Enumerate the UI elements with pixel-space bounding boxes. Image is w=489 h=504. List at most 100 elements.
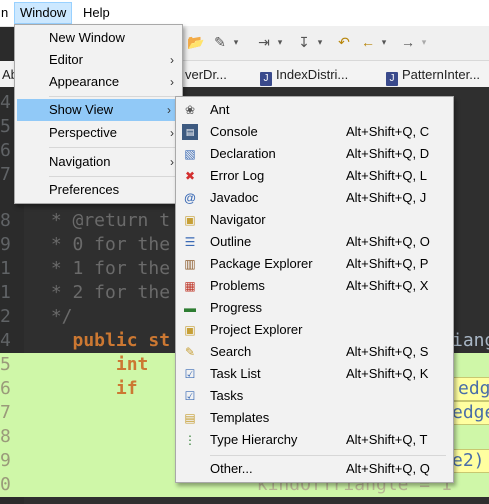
view-item-javadoc[interactable]: @ Javadoc Alt+Shift+Q, J — [176, 187, 453, 209]
code-text: * 0 for the — [40, 234, 171, 255]
code-fragment: edge — [452, 401, 489, 425]
show-view-submenu: ❀ Ant ▤ Console Alt+Shift+Q, C ▧ Declara… — [175, 96, 454, 483]
view-item-shortcut: Alt+Shift+Q, S — [346, 344, 429, 359]
view-item-shortcut: Alt+Shift+Q, Q — [346, 461, 430, 476]
chevron-right-icon: › — [170, 75, 174, 89]
menu-run[interactable]: n — [0, 3, 13, 23]
view-item-label: Tasks — [210, 388, 244, 403]
view-item-label: Templates — [210, 410, 270, 425]
declaration-icon: ▧ — [184, 147, 196, 161]
view-item-label: Type Hierarchy — [210, 432, 298, 447]
menu-item-navigation[interactable]: Navigation › — [15, 151, 182, 173]
view-item-label: Declaration — [210, 146, 276, 161]
chevron-down-icon[interactable]: ▾ — [310, 32, 330, 52]
view-item-shortcut: Alt+Shift+Q, K — [346, 366, 429, 381]
view-item-problems[interactable]: ▦ Problems Alt+Shift+Q, X — [176, 275, 453, 297]
last-edit-icon[interactable]: ↶ — [334, 32, 354, 52]
view-item-label: Error Log — [210, 168, 265, 183]
menu-item-show-view[interactable]: Show View › — [17, 99, 179, 121]
tab-label: IndexDistri... — [276, 67, 349, 82]
menu-item-new-window[interactable]: New Window — [15, 27, 182, 49]
code-fragment: edg — [458, 377, 489, 401]
view-item-shortcut: Alt+Shift+Q, T — [346, 432, 428, 447]
view-item-label: Problems — [210, 278, 265, 293]
view-item-declaration[interactable]: ▧ Declaration Alt+Shift+Q, D — [176, 143, 453, 165]
error-log-icon: ✖ — [184, 169, 196, 183]
java-file-icon: J — [260, 72, 272, 86]
view-item-label: Javadoc — [210, 190, 259, 205]
code-text: e2) — [452, 450, 485, 471]
type-hierarchy-icon: ⋮ — [184, 433, 196, 447]
tab-driver[interactable]: verDr... — [185, 65, 227, 85]
view-item-shortcut: Alt+Shift+Q, X — [346, 278, 429, 293]
chevron-down-icon[interactable]: ▾ — [270, 32, 290, 52]
menu-item-label: Editor — [49, 52, 83, 67]
tab-label: PatternInter... — [402, 67, 481, 82]
view-item-other[interactable]: Other... Alt+Shift+Q, Q — [176, 458, 453, 480]
menu-item-perspective[interactable]: Perspective › — [15, 122, 182, 144]
package-explorer-icon: ▥ — [184, 257, 196, 271]
code-text: iang — [452, 330, 489, 351]
chevron-down-icon[interactable]: ▾ — [414, 32, 434, 52]
view-item-type-hierarchy[interactable]: ⋮ Type Hierarchy Alt+Shift+Q, T — [176, 429, 453, 451]
open-folder-icon[interactable]: 📂 — [186, 32, 206, 52]
view-item-templates[interactable]: ▤ Templates — [176, 407, 453, 429]
view-item-package-explorer[interactable]: ▥ Package Explorer Alt+Shift+Q, P — [176, 253, 453, 275]
view-item-outline[interactable]: ☰ Outline Alt+Shift+Q, O — [176, 231, 453, 253]
line-number: 8 — [0, 426, 11, 447]
line-number: 9 — [0, 234, 11, 255]
tasks-icon: ☑ — [184, 389, 196, 403]
navigator-icon: ▣ — [184, 213, 196, 227]
menu-item-label: Perspective — [49, 125, 117, 140]
view-item-task-list[interactable]: ☑ Task List Alt+Shift+Q, K — [176, 363, 453, 385]
javadoc-icon: @ — [184, 191, 196, 205]
menu-item-label: Navigation — [49, 154, 111, 169]
view-item-project-explorer[interactable]: ▣ Project Explorer — [176, 319, 453, 341]
menu-window[interactable]: Window — [14, 2, 73, 24]
menu-item-appearance[interactable]: Appearance › — [15, 71, 182, 93]
code-fragment: iang — [452, 329, 489, 353]
view-item-navigator[interactable]: ▣ Navigator — [176, 209, 453, 231]
line-number: 0 — [0, 474, 11, 495]
view-item-tasks[interactable]: ☑ Tasks — [176, 385, 453, 407]
line-number: 1 — [0, 282, 11, 303]
view-item-ant[interactable]: ❀ Ant — [176, 99, 453, 121]
chevron-down-icon[interactable]: ▾ — [374, 32, 394, 52]
line-number: 8 — [0, 210, 11, 231]
view-item-label: Console — [210, 124, 258, 139]
menu-separator — [210, 455, 446, 456]
menu-item-label: Preferences — [49, 182, 120, 197]
templates-icon: ▤ — [184, 411, 196, 425]
java-file-icon: J — [386, 72, 398, 86]
view-item-search[interactable]: ✎ Search Alt+Shift+Q, S — [176, 341, 453, 363]
line-number: 1 — [0, 258, 11, 279]
line-number: 6 — [0, 378, 11, 399]
view-item-shortcut: Alt+Shift+Q, O — [346, 234, 430, 249]
line-number: 2 — [0, 306, 11, 327]
task-list-icon: ☑ — [184, 367, 196, 381]
view-item-label: Task List — [210, 366, 261, 381]
view-item-console[interactable]: ▤ Console Alt+Shift+Q, C — [176, 121, 453, 143]
progress-icon: ▬ — [184, 301, 196, 315]
view-item-label: Ant — [210, 102, 230, 117]
view-item-label: Navigator — [210, 212, 266, 227]
code-text: edge — [452, 402, 489, 423]
chevron-right-icon: › — [170, 53, 174, 67]
line-number: 9 — [0, 450, 11, 471]
menu-item-editor[interactable]: Editor › — [15, 49, 182, 71]
window-menu: New Window Editor › Appearance › Show Vi… — [14, 24, 183, 204]
code-text: * 1 for the — [40, 258, 171, 279]
chevron-down-icon[interactable]: ▾ — [226, 32, 246, 52]
menu-help[interactable]: Help — [78, 3, 115, 23]
view-item-label: Package Explorer — [210, 256, 313, 271]
view-item-error-log[interactable]: ✖ Error Log Alt+Shift+Q, L — [176, 165, 453, 187]
code-text: */ — [40, 306, 73, 327]
tab-patterninter[interactable]: J PatternInter... — [386, 65, 481, 86]
menu-item-preferences[interactable]: Preferences — [15, 179, 182, 201]
tab-indexdistri[interactable]: J IndexDistri... — [260, 65, 349, 86]
menu-item-label: New Window — [49, 30, 125, 45]
view-item-label: Project Explorer — [210, 322, 303, 337]
menu-item-label: Appearance — [49, 74, 120, 89]
view-item-progress[interactable]: ▬ Progress — [176, 297, 453, 319]
ant-icon: ❀ — [184, 103, 196, 117]
